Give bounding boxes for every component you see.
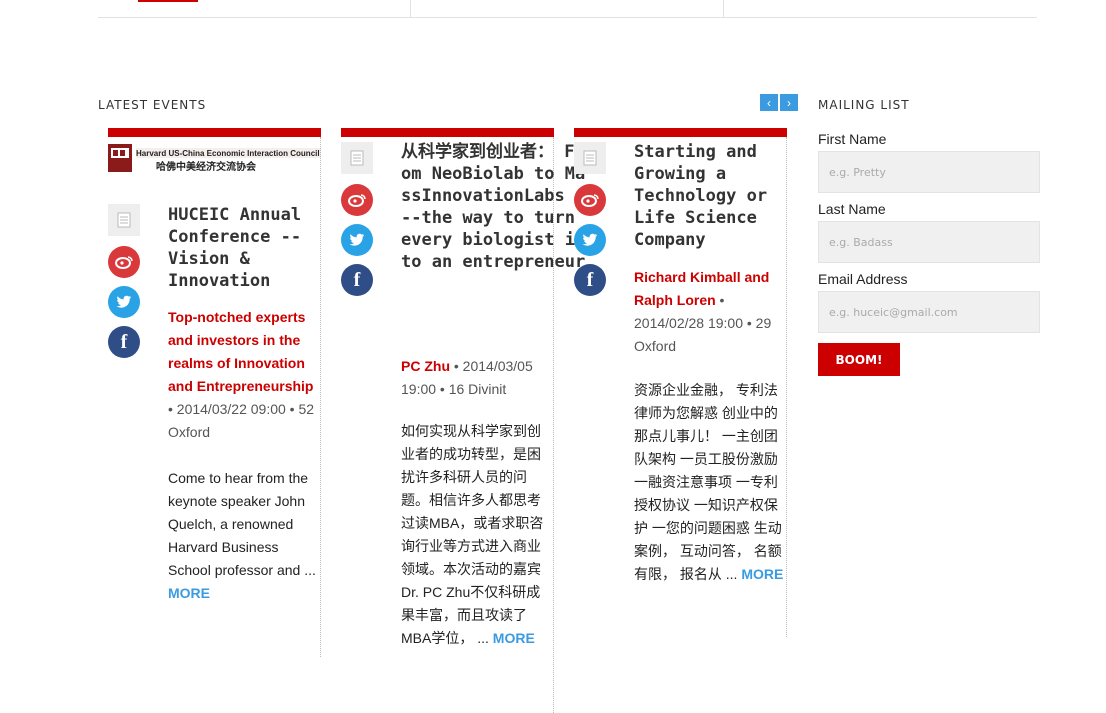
subscribe-button[interactable]: BOOM! xyxy=(818,343,900,376)
carousel-prev-button[interactable]: ‹ xyxy=(760,94,778,111)
more-link[interactable]: MORE xyxy=(168,585,210,601)
event-meta: Richard Kimball and Ralph Loren • 2014/0… xyxy=(634,266,784,358)
first-name-label: First Name xyxy=(818,131,887,147)
event-excerpt-text: 如何实现从科学家到创业者的成功转型，是困扰许多科研人员的问题。相信许多人都思考过… xyxy=(401,423,544,646)
top-cell xyxy=(411,0,724,17)
facebook-icon[interactable]: f xyxy=(108,326,140,358)
facebook-icon[interactable]: f xyxy=(341,264,373,296)
more-link[interactable]: MORE xyxy=(741,566,783,582)
event-datetime: • 2014/03/22 09:00 • 52 Oxford xyxy=(168,401,315,440)
latest-events-heading: LATEST EVENTS xyxy=(98,98,207,112)
event-excerpt: Come to hear from the keynote speaker Jo… xyxy=(168,467,318,605)
more-link[interactable]: MORE xyxy=(493,630,535,646)
event-excerpt: 资源企业金融， 专利法律师为您解惑 创业中的那点儿事儿！ 一主创团队架构 一员工… xyxy=(634,379,784,586)
carousel-next-button[interactable]: › xyxy=(780,94,798,111)
twitter-icon[interactable] xyxy=(108,286,140,318)
event-title[interactable]: 从科学家到创业者： From NeoBiolab to MassInnovati… xyxy=(401,141,586,273)
event-speaker[interactable]: PC Zhu xyxy=(401,358,450,374)
event-title[interactable]: Starting and Growing a Technology or Lif… xyxy=(634,141,784,251)
column-divider xyxy=(320,137,321,657)
weibo-icon[interactable] xyxy=(341,184,373,216)
document-icon xyxy=(108,204,140,236)
logo-chinese-text: 哈佛中美经济交流协会 xyxy=(156,160,256,173)
document-icon xyxy=(341,142,373,174)
event-excerpt: 如何实现从科学家到创业者的成功转型，是困扰许多科研人员的问题。相信许多人都思考过… xyxy=(401,420,547,650)
event-card-accent xyxy=(574,128,787,137)
last-name-field[interactable] xyxy=(818,221,1040,263)
top-cell-accent xyxy=(138,0,198,2)
event-excerpt-text: Come to hear from the keynote speaker Jo… xyxy=(168,470,316,578)
twitter-icon[interactable] xyxy=(574,224,606,256)
logo-text: Harvard US-China Economic Interaction Co… xyxy=(136,149,320,158)
event-meta: Top-notched experts and investors in the… xyxy=(168,306,318,444)
event-card-accent xyxy=(341,128,554,137)
weibo-icon[interactable] xyxy=(108,246,140,278)
event-excerpt-text: 资源企业金融， 专利法律师为您解惑 创业中的那点儿事儿！ 一主创团队架构 一员工… xyxy=(634,382,782,582)
first-name-field[interactable] xyxy=(818,151,1040,193)
column-divider xyxy=(786,137,787,637)
twitter-icon[interactable] xyxy=(341,224,373,256)
event-meta: PC Zhu • 2014/03/05 19:00 • 16 Divinit xyxy=(401,355,551,401)
weibo-icon[interactable] xyxy=(574,184,606,216)
huceic-logo: Harvard US-China Economic Interaction Co… xyxy=(108,142,321,174)
top-cell xyxy=(98,0,411,17)
event-speaker[interactable]: Top-notched experts and investors in the… xyxy=(168,309,313,394)
top-table-edge xyxy=(98,0,1037,18)
event-card-accent xyxy=(108,128,321,137)
last-name-label: Last Name xyxy=(818,201,886,217)
event-speaker[interactable]: Richard Kimball and Ralph Loren xyxy=(634,269,769,308)
mailing-list-heading: MAILING LIST xyxy=(818,98,910,112)
email-label: Email Address xyxy=(818,271,908,287)
email-field[interactable] xyxy=(818,291,1040,333)
document-icon xyxy=(574,142,606,174)
facebook-icon[interactable]: f xyxy=(574,264,606,296)
event-title[interactable]: HUCEIC Annual Conference -- Vision & Inn… xyxy=(168,204,318,292)
